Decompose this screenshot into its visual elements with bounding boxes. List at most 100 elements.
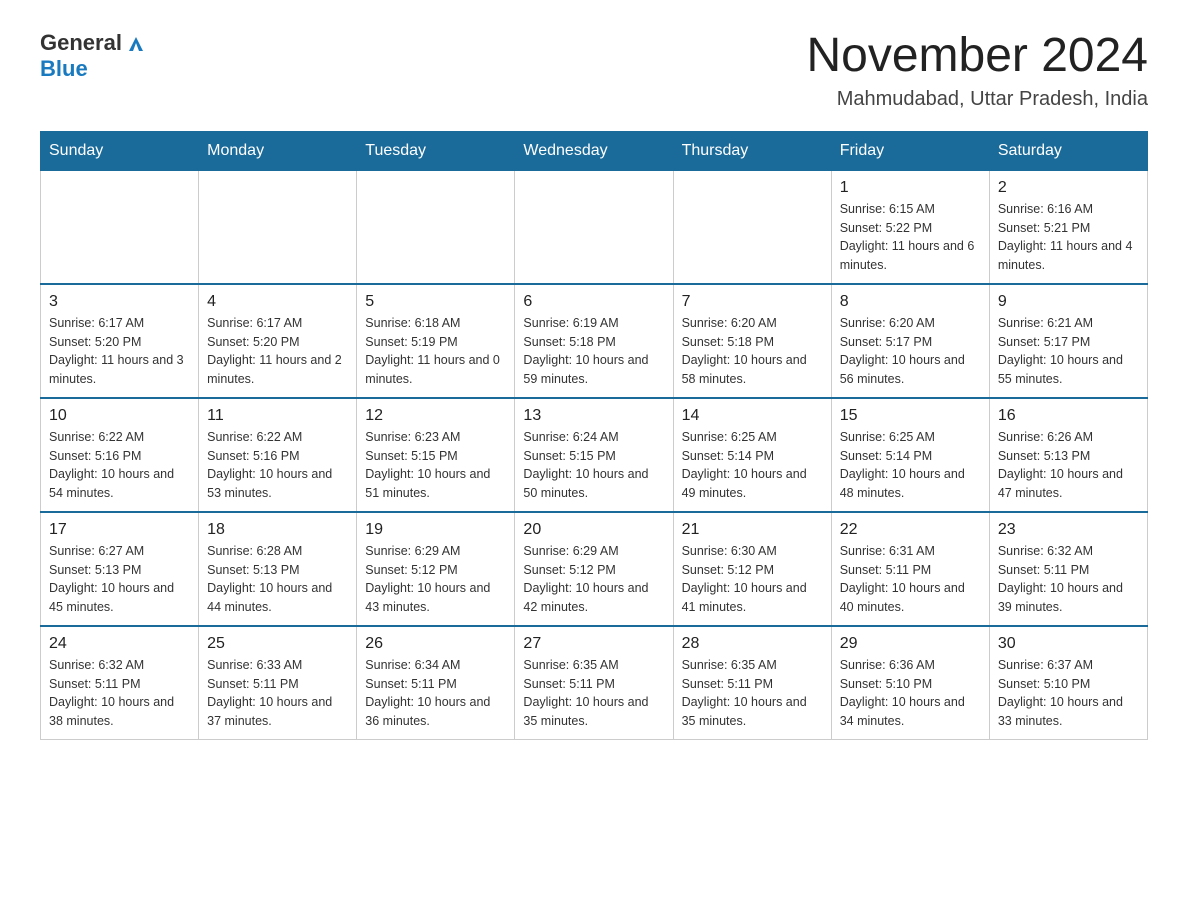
day-info: Sunrise: 6:29 AMSunset: 5:12 PMDaylight:… xyxy=(365,542,506,617)
table-row: 2 Sunrise: 6:16 AMSunset: 5:21 PMDaylight… xyxy=(989,170,1147,284)
calendar-week-row: 24 Sunrise: 6:32 AMSunset: 5:11 PMDayligh… xyxy=(41,626,1148,740)
table-row: 4 Sunrise: 6:17 AMSunset: 5:20 PMDaylight… xyxy=(199,284,357,398)
day-number: 8 xyxy=(840,293,981,311)
table-row: 23Sunrise: 6:32 AMSunset: 5:11 PMDayligh… xyxy=(989,512,1147,626)
day-info: Sunrise: 6:23 AMSunset: 5:15 PMDaylight:… xyxy=(365,428,506,503)
day-number: 6 xyxy=(523,293,664,311)
day-info: Sunrise: 6:25 AMSunset: 5:14 PMDaylight:… xyxy=(682,428,823,503)
day-number: 3 xyxy=(49,293,190,311)
table-row: 19 Sunrise: 6:29 AMSunset: 5:12 PMDayligh… xyxy=(357,512,515,626)
day-number: 2 xyxy=(998,179,1139,197)
table-row: 29 Sunrise: 6:36 AMSunset: 5:10 PMDayligh… xyxy=(831,626,989,740)
table-row: 6 Sunrise: 6:19 AMSunset: 5:18 PMDaylight… xyxy=(515,284,673,398)
col-sunday: Sunday xyxy=(41,131,199,170)
table-row: 12 Sunrise: 6:23 AMSunset: 5:15 PMDayligh… xyxy=(357,398,515,512)
table-row: 9 Sunrise: 6:21 AMSunset: 5:17 PMDaylight… xyxy=(989,284,1147,398)
col-wednesday: Wednesday xyxy=(515,131,673,170)
table-row: 14 Sunrise: 6:25 AMSunset: 5:14 PMDayligh… xyxy=(673,398,831,512)
day-number: 4 xyxy=(207,293,348,311)
day-info: Sunrise: 6:16 AMSunset: 5:21 PMDaylight:… xyxy=(998,200,1139,275)
title-area: November 2024 Mahmudabad, Uttar Pradesh,… xyxy=(806,30,1148,111)
table-row: 13Sunrise: 6:24 AMSunset: 5:15 PMDayligh… xyxy=(515,398,673,512)
day-number: 5 xyxy=(365,293,506,311)
day-number: 20 xyxy=(523,521,664,539)
day-info: Sunrise: 6:28 AMSunset: 5:13 PMDaylight:… xyxy=(207,542,348,617)
logo-general-text: General xyxy=(40,30,122,56)
day-info: Sunrise: 6:33 AMSunset: 5:11 PMDaylight:… xyxy=(207,656,348,731)
day-number: 15 xyxy=(840,407,981,425)
day-info: Sunrise: 6:37 AMSunset: 5:10 PMDaylight:… xyxy=(998,656,1139,731)
day-number: 9 xyxy=(998,293,1139,311)
table-row: 22 Sunrise: 6:31 AMSunset: 5:11 PMDayligh… xyxy=(831,512,989,626)
day-info: Sunrise: 6:22 AMSunset: 5:16 PMDaylight:… xyxy=(207,428,348,503)
table-row xyxy=(199,170,357,284)
day-number: 21 xyxy=(682,521,823,539)
day-info: Sunrise: 6:21 AMSunset: 5:17 PMDaylight:… xyxy=(998,314,1139,389)
day-number: 19 xyxy=(365,521,506,539)
table-row: 7Sunrise: 6:20 AMSunset: 5:18 PMDaylight… xyxy=(673,284,831,398)
day-number: 17 xyxy=(49,521,190,539)
day-info: Sunrise: 6:19 AMSunset: 5:18 PMDaylight:… xyxy=(523,314,664,389)
day-number: 27 xyxy=(523,635,664,653)
day-number: 12 xyxy=(365,407,506,425)
table-row: 5Sunrise: 6:18 AMSunset: 5:19 PMDaylight… xyxy=(357,284,515,398)
table-row: 30 Sunrise: 6:37 AMSunset: 5:10 PMDayligh… xyxy=(989,626,1147,740)
header: General Blue November 2024 Mahmudabad, U… xyxy=(40,30,1148,111)
table-row: 1Sunrise: 6:15 AMSunset: 5:22 PMDaylight… xyxy=(831,170,989,284)
day-info: Sunrise: 6:35 AMSunset: 5:11 PMDaylight:… xyxy=(523,656,664,731)
table-row: 17 Sunrise: 6:27 AMSunset: 5:13 PMDayligh… xyxy=(41,512,199,626)
col-tuesday: Tuesday xyxy=(357,131,515,170)
day-number: 16 xyxy=(998,407,1139,425)
table-row: 26 Sunrise: 6:34 AMSunset: 5:11 PMDayligh… xyxy=(357,626,515,740)
day-info: Sunrise: 6:20 AMSunset: 5:18 PMDaylight:… xyxy=(682,314,823,389)
table-row: 28Sunrise: 6:35 AMSunset: 5:11 PMDayligh… xyxy=(673,626,831,740)
table-row: 8 Sunrise: 6:20 AMSunset: 5:17 PMDaylight… xyxy=(831,284,989,398)
day-info: Sunrise: 6:30 AMSunset: 5:12 PMDaylight:… xyxy=(682,542,823,617)
day-info: Sunrise: 6:36 AMSunset: 5:10 PMDaylight:… xyxy=(840,656,981,731)
col-monday: Monday xyxy=(199,131,357,170)
day-number: 28 xyxy=(682,635,823,653)
col-saturday: Saturday xyxy=(989,131,1147,170)
day-info: Sunrise: 6:20 AMSunset: 5:17 PMDaylight:… xyxy=(840,314,981,389)
table-row: 25Sunrise: 6:33 AMSunset: 5:11 PMDayligh… xyxy=(199,626,357,740)
day-number: 14 xyxy=(682,407,823,425)
day-info: Sunrise: 6:25 AMSunset: 5:14 PMDaylight:… xyxy=(840,428,981,503)
logo: General Blue xyxy=(40,30,147,82)
day-number: 22 xyxy=(840,521,981,539)
col-friday: Friday xyxy=(831,131,989,170)
table-row: 18 Sunrise: 6:28 AMSunset: 5:13 PMDayligh… xyxy=(199,512,357,626)
calendar-week-row: 3 Sunrise: 6:17 AMSunset: 5:20 PMDaylight… xyxy=(41,284,1148,398)
table-row: 16 Sunrise: 6:26 AMSunset: 5:13 PMDayligh… xyxy=(989,398,1147,512)
table-row xyxy=(357,170,515,284)
day-info: Sunrise: 6:22 AMSunset: 5:16 PMDaylight:… xyxy=(49,428,190,503)
day-info: Sunrise: 6:27 AMSunset: 5:13 PMDaylight:… xyxy=(49,542,190,617)
calendar-header-row: Sunday Monday Tuesday Wednesday Thursday… xyxy=(41,131,1148,170)
month-title: November 2024 xyxy=(806,30,1148,83)
day-number: 18 xyxy=(207,521,348,539)
day-info: Sunrise: 6:31 AMSunset: 5:11 PMDaylight:… xyxy=(840,542,981,617)
table-row: 21 Sunrise: 6:30 AMSunset: 5:12 PMDayligh… xyxy=(673,512,831,626)
day-number: 29 xyxy=(840,635,981,653)
day-number: 13 xyxy=(523,407,664,425)
logo-blue-text: Blue xyxy=(40,56,88,81)
table-row: 11 Sunrise: 6:22 AMSunset: 5:16 PMDayligh… xyxy=(199,398,357,512)
table-row: 10 Sunrise: 6:22 AMSunset: 5:16 PMDayligh… xyxy=(41,398,199,512)
day-number: 10 xyxy=(49,407,190,425)
day-number: 26 xyxy=(365,635,506,653)
table-row: 20Sunrise: 6:29 AMSunset: 5:12 PMDayligh… xyxy=(515,512,673,626)
day-info: Sunrise: 6:17 AMSunset: 5:20 PMDaylight:… xyxy=(49,314,190,389)
day-info: Sunrise: 6:32 AMSunset: 5:11 PMDaylight:… xyxy=(49,656,190,731)
table-row: 3 Sunrise: 6:17 AMSunset: 5:20 PMDaylight… xyxy=(41,284,199,398)
day-info: Sunrise: 6:34 AMSunset: 5:11 PMDaylight:… xyxy=(365,656,506,731)
table-row: 27 Sunrise: 6:35 AMSunset: 5:11 PMDayligh… xyxy=(515,626,673,740)
day-number: 11 xyxy=(207,407,348,425)
day-info: Sunrise: 6:17 AMSunset: 5:20 PMDaylight:… xyxy=(207,314,348,389)
day-info: Sunrise: 6:32 AMSunset: 5:11 PMDaylight:… xyxy=(998,542,1139,617)
day-number: 24 xyxy=(49,635,190,653)
table-row: 15 Sunrise: 6:25 AMSunset: 5:14 PMDayligh… xyxy=(831,398,989,512)
table-row xyxy=(515,170,673,284)
day-info: Sunrise: 6:26 AMSunset: 5:13 PMDaylight:… xyxy=(998,428,1139,503)
table-row: 24 Sunrise: 6:32 AMSunset: 5:11 PMDayligh… xyxy=(41,626,199,740)
day-number: 30 xyxy=(998,635,1139,653)
table-row xyxy=(41,170,199,284)
